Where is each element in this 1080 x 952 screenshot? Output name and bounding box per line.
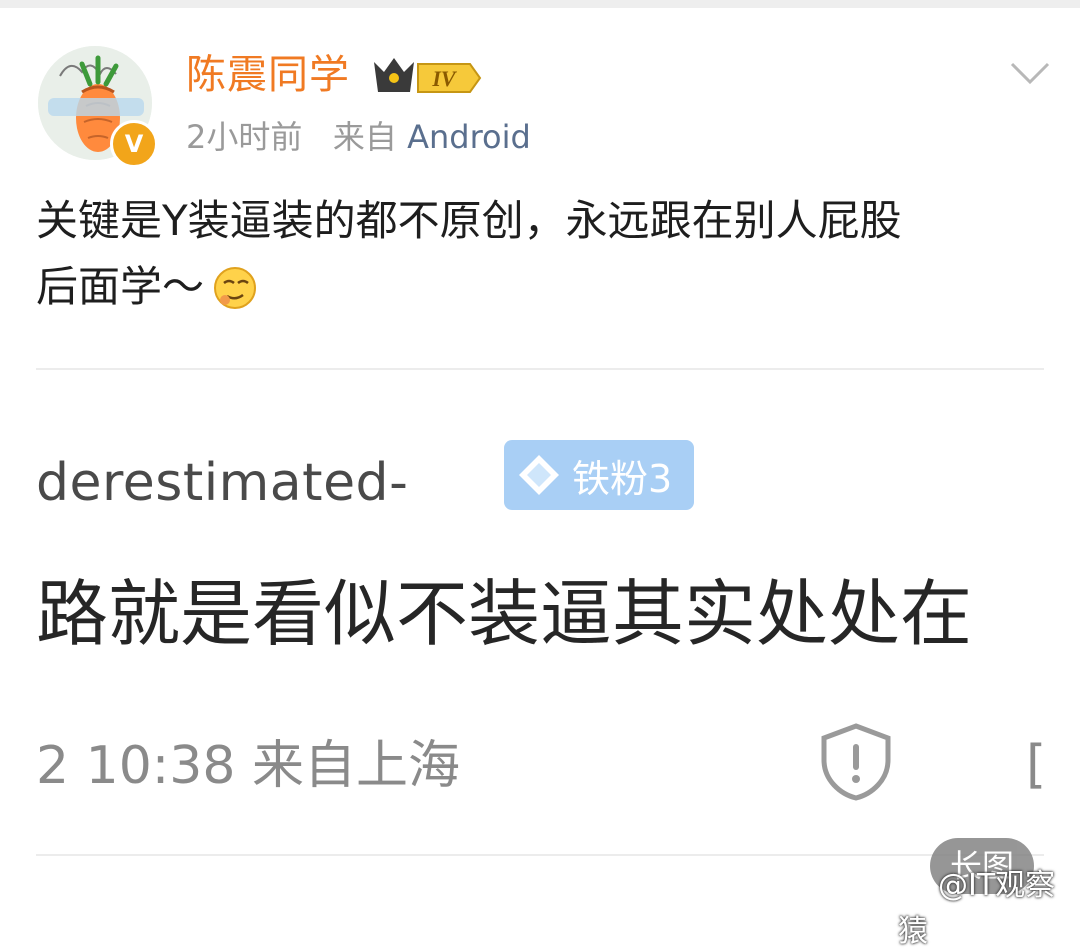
weibo-logo-icon xyxy=(898,871,934,912)
embedded-meta: 2 10:38 来自上海 xyxy=(36,736,460,796)
embedded-text: 路就是看似不装逼其实处处在 xyxy=(36,572,973,656)
embedded-edge-bracket: [ xyxy=(1026,735,1047,795)
post-time: 2小时前 xyxy=(186,118,303,156)
watermark: @IT观察猿 xyxy=(898,866,1080,952)
source-link[interactable]: Android xyxy=(407,118,531,156)
top-strip xyxy=(0,0,1080,8)
divider-bottom xyxy=(36,854,1044,856)
post-text-line2-wrap: 后面学～ xyxy=(36,254,1046,330)
embedded-username: derestimated- xyxy=(36,453,409,513)
post-meta: 2小时前 来自 Android xyxy=(186,116,531,158)
diamond-icon xyxy=(519,455,559,495)
chevron-down-icon[interactable] xyxy=(1008,58,1052,92)
crown-level-icon: IV xyxy=(374,58,482,93)
level-badge[interactable]: IV xyxy=(370,54,482,104)
post-text-line2: 后面学～ xyxy=(36,262,205,311)
source-prefix: 来自 xyxy=(332,118,397,156)
verified-badge: V xyxy=(110,120,158,168)
divider xyxy=(36,368,1044,370)
level-text: IV xyxy=(431,66,458,91)
fan-badge-label: 铁粉3 xyxy=(572,456,673,501)
fan-badge: 铁粉3 xyxy=(504,440,694,510)
report-shield-icon[interactable] xyxy=(818,722,894,806)
smirk-face-icon xyxy=(212,264,258,330)
post-text-line1: 关键是Y装逼装的都不原创，永远跟在别人屁股 xyxy=(36,196,902,245)
post-username[interactable]: 陈震同学 xyxy=(186,50,350,100)
post-body: 关键是Y装逼装的都不原创，永远跟在别人屁股 后面学～ xyxy=(36,188,1046,330)
